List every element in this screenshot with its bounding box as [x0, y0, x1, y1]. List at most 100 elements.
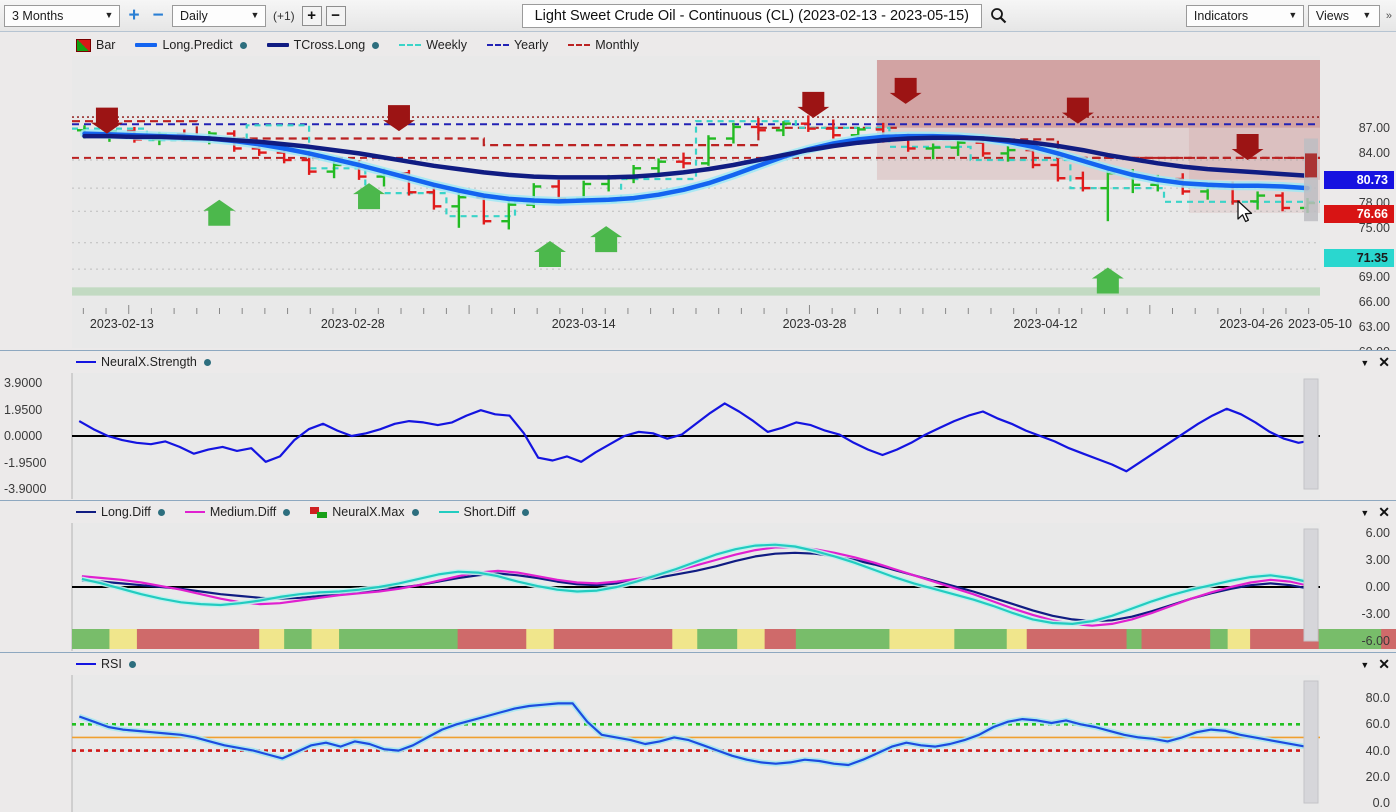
close-icon[interactable]: ✕: [1378, 504, 1390, 521]
neuralx-max-icon: [310, 506, 328, 518]
line-swatch-icon: [266, 43, 289, 47]
date-axis-label: 2023-04-26: [1219, 317, 1284, 331]
diff-panel-controls: ▼ ✕: [1360, 504, 1390, 521]
legend-item-weekly[interactable]: Weekly: [399, 38, 467, 52]
legend-item-yearly[interactable]: Yearly: [486, 38, 549, 52]
legend-item-short-diff[interactable]: Short.Diff: [438, 505, 530, 519]
axis-tick: 6.00: [1365, 526, 1390, 540]
legend-label: RSI: [101, 657, 122, 671]
chevron-down-icon[interactable]: ▼: [1360, 660, 1369, 670]
axis-tick: 0.00: [1365, 580, 1390, 594]
rsi-axis: 80.0 60.0 40.0 20.0 0.0: [1320, 675, 1396, 812]
legend-label: NeuralX.Max: [332, 505, 405, 519]
line-swatch-icon: [76, 360, 96, 364]
chevron-down-icon: ▼: [1362, 10, 1372, 20]
legend-item-medium-diff[interactable]: Medium.Diff: [184, 505, 291, 519]
diff-axis: 6.00 3.00 0.00 -3.00 -6.00: [1320, 523, 1396, 651]
axis-tick: 0.0: [1372, 796, 1390, 810]
info-dot-icon[interactable]: [372, 41, 380, 49]
legend-label: Monthly: [595, 38, 640, 52]
symbol-title-field[interactable]: Light Sweet Crude Oil - Continuous (CL) …: [521, 3, 982, 28]
dashed-swatch-icon: [399, 44, 422, 46]
info-dot-icon[interactable]: [522, 508, 530, 516]
interval-select-value: Daily: [180, 8, 208, 23]
legend-item-rsi[interactable]: RSI: [76, 657, 136, 671]
legend-item-tcross-long[interactable]: TCross.Long: [266, 38, 380, 52]
rsi-legend: RSI: [0, 653, 1396, 673]
line-swatch-icon: [135, 43, 158, 47]
legend-item-bar[interactable]: Bar: [76, 38, 115, 52]
date-axis-label: 2023-03-28: [782, 317, 847, 331]
rsi-panel-controls: ▼ ✕: [1360, 656, 1390, 673]
date-axis-label: 2023-04-12: [1013, 317, 1078, 331]
axis-tick: 60.0: [1365, 717, 1390, 732]
bar-icon: [76, 38, 91, 52]
info-dot-icon[interactable]: [283, 508, 291, 516]
legend-item-neuralx-max[interactable]: NeuralX.Max: [310, 505, 419, 519]
diff-panel: Long.Diff Medium.Diff NeuralX.Max Short.…: [0, 500, 1396, 651]
dashed-swatch-icon: [486, 44, 509, 46]
interval-select[interactable]: Daily ▼: [172, 4, 266, 27]
offset-label: (+1): [273, 8, 295, 23]
range-select[interactable]: 3 Months ▼: [4, 4, 120, 27]
info-dot-icon[interactable]: [128, 660, 136, 668]
diff-legend: Long.Diff Medium.Diff NeuralX.Max Short.…: [0, 501, 1396, 521]
info-dot-icon[interactable]: [203, 358, 211, 366]
line-swatch-icon: [184, 510, 205, 514]
diff-chart-canvas[interactable]: [0, 523, 1396, 651]
legend-label: Yearly: [513, 38, 549, 52]
legend-label: Medium.Diff: [209, 505, 277, 519]
line-swatch-icon: [76, 662, 96, 666]
strength-legend: NeuralX.Strength: [0, 351, 1396, 371]
line-swatch-icon: [76, 510, 96, 514]
close-icon[interactable]: ✕: [1378, 354, 1390, 371]
info-dot-icon[interactable]: [411, 508, 419, 516]
chevron-down-icon: ▼: [104, 10, 114, 20]
legend-label: Weekly: [426, 38, 467, 52]
axis-tick: -6.00: [1361, 634, 1391, 648]
info-dot-icon[interactable]: [239, 41, 247, 49]
chevron-down-icon[interactable]: ▼: [1360, 358, 1369, 368]
rsi-panel: RSI 80.0 60.0 40.0 20.0 0.0 ▼ ✕: [0, 652, 1396, 812]
offset-increase-button[interactable]: +: [301, 5, 322, 26]
strength-panel: NeuralX.Strength 3.9000 1.9500 0.0000 -1.95…: [0, 350, 1396, 499]
date-axis-label: 2023-03-14: [551, 317, 616, 331]
legend-label: TCross.Long: [293, 38, 366, 52]
range-zoom-in-button[interactable]: +: [124, 6, 144, 26]
offset-decrease-button[interactable]: −: [325, 5, 346, 26]
search-icon[interactable]: [986, 7, 1010, 24]
indicators-select-value: Indicators: [1193, 8, 1249, 23]
legend-label: Long.Predict: [162, 38, 233, 52]
views-select[interactable]: Views ▼: [1307, 4, 1380, 27]
axis-tick: 3.00: [1365, 553, 1390, 567]
axis-tick: 20.0: [1365, 769, 1390, 784]
range-zoom-out-button[interactable]: −: [148, 6, 168, 26]
legend-item-monthly[interactable]: Monthly: [568, 38, 639, 52]
axis-tick: -1.9500: [4, 455, 47, 470]
strength-chart-canvas[interactable]: [0, 373, 1396, 499]
legend-item-neuralx-strength[interactable]: NeuralX.Strength: [76, 355, 211, 369]
legend-label: Bar: [96, 38, 116, 52]
legend-label: Long.Diff: [101, 505, 151, 519]
views-select-value: Views: [1315, 8, 1350, 23]
axis-tick: 80.0: [1365, 691, 1390, 706]
close-icon[interactable]: ✕: [1378, 656, 1390, 673]
date-axis-label: 2023-05-10: [1288, 317, 1352, 331]
range-select-value: 3 Months: [12, 8, 64, 23]
axis-tick: 1.9500: [4, 402, 43, 417]
dashed-swatch-icon: [568, 44, 591, 46]
date-axis: 2023-02-13 2023-02-28 2023-03-14 2023-03-28…: [0, 305, 1396, 337]
legend-item-long-diff[interactable]: Long.Diff: [76, 505, 165, 519]
rsi-chart-canvas[interactable]: [0, 675, 1396, 812]
info-dot-icon[interactable]: [157, 508, 165, 516]
chevron-down-icon[interactable]: ▼: [1360, 508, 1369, 518]
toolbar: 3 Months ▼ + − Daily ▼ (+1) + − Light Sw…: [0, 0, 1396, 32]
chevron-down-icon: ▼: [1288, 10, 1298, 20]
legend-label: NeuralX.Strength: [101, 355, 197, 369]
legend-item-long-predict[interactable]: Long.Predict: [135, 38, 247, 52]
indicators-select[interactable]: Indicators ▼: [1185, 4, 1304, 27]
main-chart-legend: Bar Long.Predict TCross.Long Weekly Year…: [0, 34, 639, 56]
date-axis-label: 2023-02-28: [320, 317, 385, 331]
strength-panel-controls: ▼ ✕: [1360, 354, 1390, 371]
toolbar-overflow-button[interactable]: »: [1384, 10, 1392, 22]
